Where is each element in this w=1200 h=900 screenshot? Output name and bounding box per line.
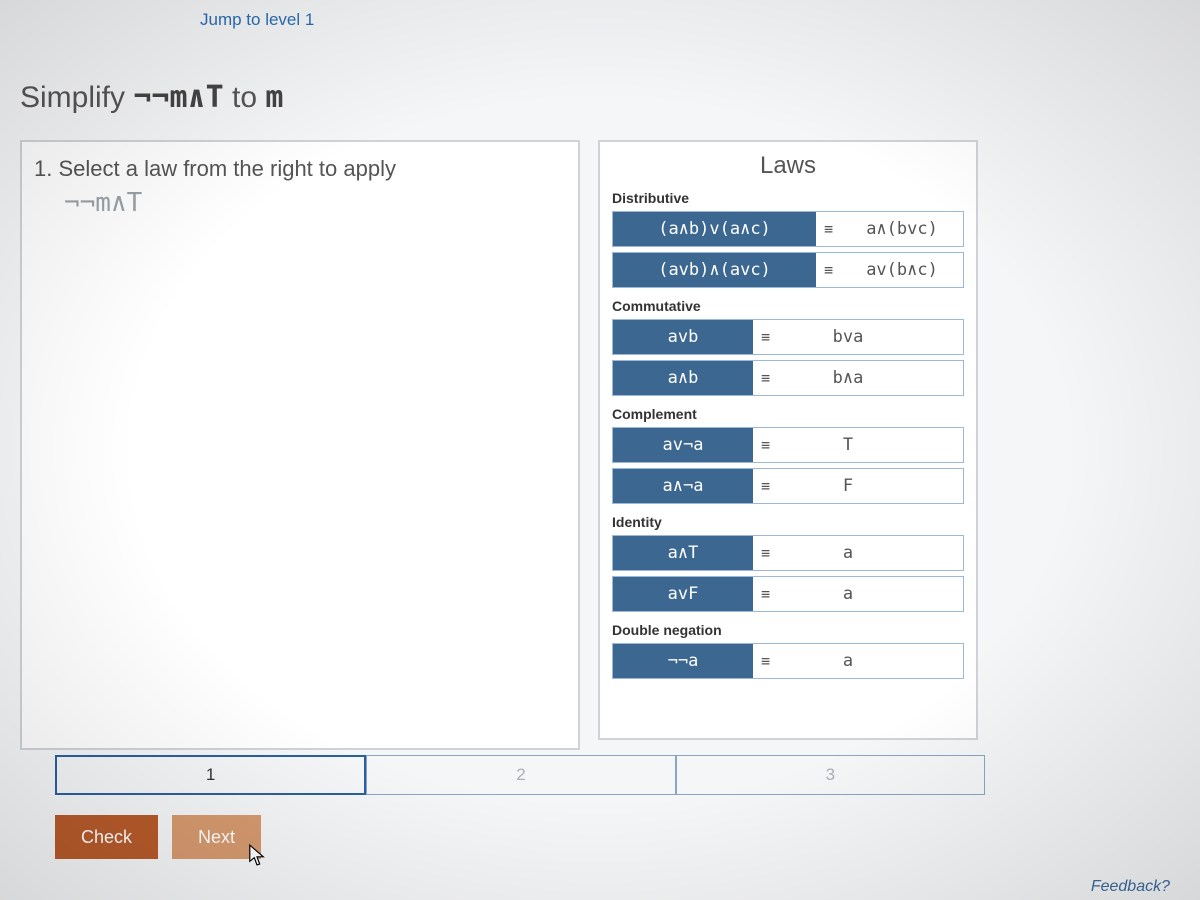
step-tab-3[interactable]: 3	[676, 755, 985, 795]
equiv-icon: ≡	[753, 320, 778, 354]
equiv-icon: ≡	[816, 212, 841, 246]
law-rhs[interactable]: av(b∧c)	[841, 253, 963, 287]
section-double-negation: Double negation	[612, 622, 964, 638]
law-lhs[interactable]: (a∧b)v(a∧c)	[613, 212, 816, 246]
law-lhs[interactable]: ¬¬a	[613, 644, 753, 678]
instruction-text: 1. Select a law from the right to apply	[34, 156, 566, 182]
law-rhs[interactable]: bva	[778, 320, 918, 354]
equiv-icon: ≡	[816, 253, 841, 287]
law-lhs[interactable]: avF	[613, 577, 753, 611]
equiv-icon: ≡	[753, 536, 778, 570]
step-tabs: 1 2 3	[55, 755, 985, 795]
law-rhs[interactable]: T	[778, 428, 918, 462]
title-expression: ¬¬m∧T	[133, 80, 223, 115]
laws-header: Laws	[612, 152, 964, 180]
step-tab-2[interactable]: 2	[366, 755, 675, 795]
law-lhs[interactable]: (avb)∧(avc)	[613, 253, 816, 287]
work-area: 1. Select a law from the right to apply …	[20, 140, 580, 750]
law-lhs[interactable]: a∧b	[613, 361, 753, 395]
law-commutative-1[interactable]: avb ≡ bva	[612, 319, 964, 355]
section-identity: Identity	[612, 514, 964, 530]
equiv-icon: ≡	[753, 577, 778, 611]
check-button[interactable]: Check	[55, 815, 158, 859]
law-lhs[interactable]: av¬a	[613, 428, 753, 462]
equiv-icon: ≡	[753, 428, 778, 462]
law-rhs[interactable]: b∧a	[778, 361, 918, 395]
section-complement: Complement	[612, 406, 964, 422]
feedback-link[interactable]: Feedback?	[1091, 878, 1170, 896]
title-target: m	[265, 80, 283, 115]
law-rhs[interactable]: a∧(bvc)	[841, 212, 963, 246]
law-lhs[interactable]: a∧T	[613, 536, 753, 570]
title-mid: to	[224, 81, 266, 114]
equiv-icon: ≡	[753, 644, 778, 678]
law-commutative-2[interactable]: a∧b ≡ b∧a	[612, 360, 964, 396]
section-distributive: Distributive	[612, 190, 964, 206]
law-rhs[interactable]: F	[778, 469, 918, 503]
laws-panel: Laws Distributive (a∧b)v(a∧c) ≡ a∧(bvc) …	[598, 140, 978, 740]
law-lhs[interactable]: a∧¬a	[613, 469, 753, 503]
jump-to-level-link[interactable]: Jump to level 1	[200, 10, 314, 30]
law-distributive-2[interactable]: (avb)∧(avc) ≡ av(b∧c)	[612, 252, 964, 288]
section-commutative: Commutative	[612, 298, 964, 314]
page-title: Simplify ¬¬m∧T to m	[20, 80, 283, 115]
law-rhs[interactable]: a	[778, 536, 918, 570]
law-rhs[interactable]: a	[778, 577, 918, 611]
title-prefix: Simplify	[20, 81, 133, 114]
step-tab-1[interactable]: 1	[55, 755, 366, 795]
current-expression: ¬¬m∧T	[64, 188, 566, 218]
law-distributive-1[interactable]: (a∧b)v(a∧c) ≡ a∧(bvc)	[612, 211, 964, 247]
law-identity-1[interactable]: a∧T ≡ a	[612, 535, 964, 571]
next-button[interactable]: Next	[172, 815, 261, 859]
button-row: Check Next	[55, 815, 261, 859]
law-rhs[interactable]: a	[778, 644, 918, 678]
law-lhs[interactable]: avb	[613, 320, 753, 354]
law-complement-2[interactable]: a∧¬a ≡ F	[612, 468, 964, 504]
law-identity-2[interactable]: avF ≡ a	[612, 576, 964, 612]
law-complement-1[interactable]: av¬a ≡ T	[612, 427, 964, 463]
law-double-negation[interactable]: ¬¬a ≡ a	[612, 643, 964, 679]
equiv-icon: ≡	[753, 469, 778, 503]
equiv-icon: ≡	[753, 361, 778, 395]
